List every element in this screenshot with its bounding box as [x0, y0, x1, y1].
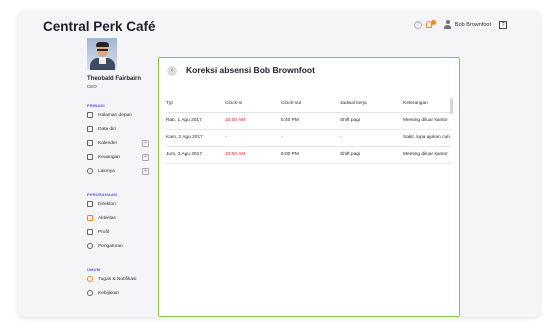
profile-role: CEO: [87, 84, 97, 89]
cell-clock-in: 10:00 AM: [225, 146, 281, 164]
building-icon: [87, 229, 93, 235]
cell-schedule: -: [340, 129, 403, 147]
column-header-schedule[interactable]: Jadwal kerja: [340, 94, 403, 113]
sidebar-item-tugas-notifikasi[interactable]: Tugas & Notifikasi: [87, 272, 149, 286]
expand-plus-icon[interactable]: +: [142, 168, 149, 175]
cell-clock-in: 10:00 AM: [225, 112, 281, 130]
sidebar-item-label: Lainnya: [98, 168, 115, 174]
sidebar-item-label: Kalender: [98, 140, 118, 146]
sidebar-item-profil[interactable]: Profil: [87, 225, 149, 239]
sidebar: Theobald Fairbairn CEO PRIBADI Halaman d…: [67, 38, 151, 300]
column-header-clock-out[interactable]: Clock-out: [281, 94, 340, 113]
sidebar-item-label: Profil: [98, 229, 109, 235]
attendance-table: Tgl Clock-in Clock-out Jadwal kerja Kete…: [166, 94, 452, 164]
sidebar-item-kalender[interactable]: Kalender +: [87, 136, 149, 150]
table-row[interactable]: Rab, 1 Agu 2017 10:00 AM 5:40 PM Shift p…: [166, 112, 452, 130]
money-icon: [87, 154, 93, 160]
home-icon: [87, 112, 93, 118]
directory-icon: [87, 201, 93, 207]
table-row[interactable]: Kam, 2 Agu 2017 - - - Sakit, lupa ajukan…: [166, 129, 452, 147]
column-header-note[interactable]: Keterangan: [403, 94, 452, 113]
sidebar-item-keuangan[interactable]: Keuangan +: [87, 150, 149, 164]
sidebar-item-label: Halaman depan: [98, 112, 132, 118]
more-icon: [87, 168, 93, 174]
task-bell-icon: [87, 276, 93, 282]
sidebar-item-direktori[interactable]: Direktori: [87, 197, 149, 211]
policy-icon: [87, 290, 93, 296]
sidebar-item-label: Kebijakan: [98, 290, 120, 296]
back-arrow-icon[interactable]: ‹: [167, 66, 177, 76]
notification-bell-icon[interactable]: [425, 20, 436, 29]
panel-title: Koreksi absensi Bob Brownfoot: [186, 65, 315, 75]
table-header-row: Tgl Clock-in Clock-out Jadwal kerja Kete…: [166, 94, 452, 113]
cell-clock-out: 5:40 PM: [281, 112, 340, 130]
sidebar-item-label: Aktivitas: [98, 215, 116, 221]
app-title: Central Perk Café: [43, 19, 156, 34]
sidebar-item-label: Keuangan: [98, 154, 120, 160]
help-icon[interactable]: ?: [413, 20, 422, 29]
expand-plus-icon[interactable]: +: [142, 154, 149, 161]
sidebar-item-label: Direktori: [98, 201, 116, 207]
calendar-icon: [87, 140, 93, 146]
expand-plus-icon[interactable]: +: [142, 140, 149, 147]
sidebar-item-label: Pengaturan: [98, 243, 123, 249]
top-bar: ? Bob Brownfoot ?: [413, 20, 507, 29]
cell-clock-in: -: [225, 129, 281, 147]
cell-date: Kam, 2 Agu 2017: [166, 129, 225, 147]
cell-clock-out: 6:00 PM: [281, 146, 340, 164]
table-row[interactable]: Jum, 3 Agu 2017 10:00 AM 6:00 PM Shift p…: [166, 146, 452, 164]
sidebar-item-label: Data diri: [98, 126, 116, 132]
sidebar-item-data-diri[interactable]: Data diri: [87, 122, 149, 136]
cell-note: Sakit, lupa ajukan cuti: [403, 129, 452, 147]
cell-date: Rab, 1 Agu 2017: [166, 112, 225, 130]
cell-date: Jum, 3 Agu 2017: [166, 146, 225, 164]
id-card-icon: [87, 126, 93, 132]
user-icon[interactable]: [443, 20, 451, 29]
attendance-correction-panel: ‹ Koreksi absensi Bob Brownfoot Tgl Cloc…: [158, 57, 460, 317]
cell-note: Meeting diluar kantor: [403, 112, 452, 130]
sidebar-item-label: Tugas & Notifikasi: [98, 276, 137, 282]
sidebar-item-aktivitas[interactable]: Aktivitas: [87, 211, 149, 225]
sidebar-item-kebijakan[interactable]: Kebijakan: [87, 286, 149, 300]
sidebar-item-halaman-depan[interactable]: Halaman depan: [87, 108, 149, 122]
user-name-link[interactable]: Bob Brownfoot: [455, 22, 491, 28]
column-header-date[interactable]: Tgl: [166, 94, 225, 113]
cell-clock-out: -: [281, 129, 340, 147]
cell-note: Meeting diluar kantor: [403, 146, 452, 164]
sidebar-item-pengaturan[interactable]: Pengaturan: [87, 239, 149, 253]
profile-name: Theobald Fairbairn: [87, 76, 142, 82]
settings-icon: [87, 243, 93, 249]
help-box-icon[interactable]: ?: [499, 20, 507, 29]
cell-schedule: Shift pagi: [340, 146, 403, 164]
column-header-clock-in[interactable]: Clock-in: [225, 94, 281, 113]
sidebar-item-lainnya[interactable]: Lainnya +: [87, 164, 149, 178]
avatar: [87, 38, 117, 70]
activity-icon: [87, 215, 93, 221]
horizontal-scrollbar[interactable]: [450, 98, 453, 114]
cell-schedule: Shift pagi: [340, 112, 403, 130]
